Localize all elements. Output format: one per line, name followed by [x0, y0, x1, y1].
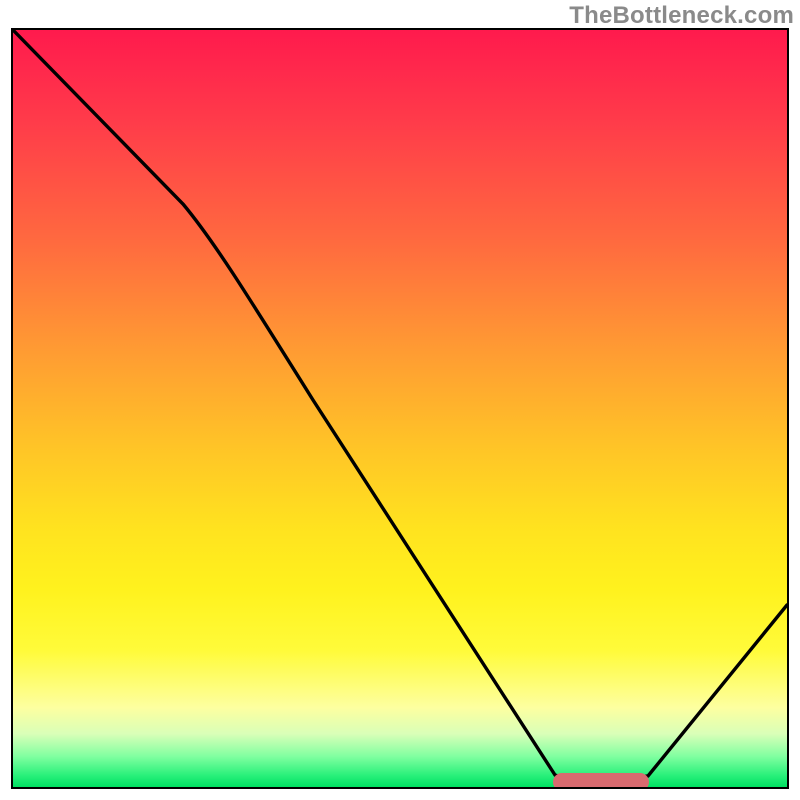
line-layer [13, 30, 787, 787]
chart-frame: TheBottleneck.com [0, 0, 800, 800]
watermark-text: TheBottleneck.com [569, 2, 794, 30]
optimal-range-marker [553, 773, 649, 789]
bottleneck-curve [13, 30, 787, 782]
plot-area [11, 28, 789, 789]
